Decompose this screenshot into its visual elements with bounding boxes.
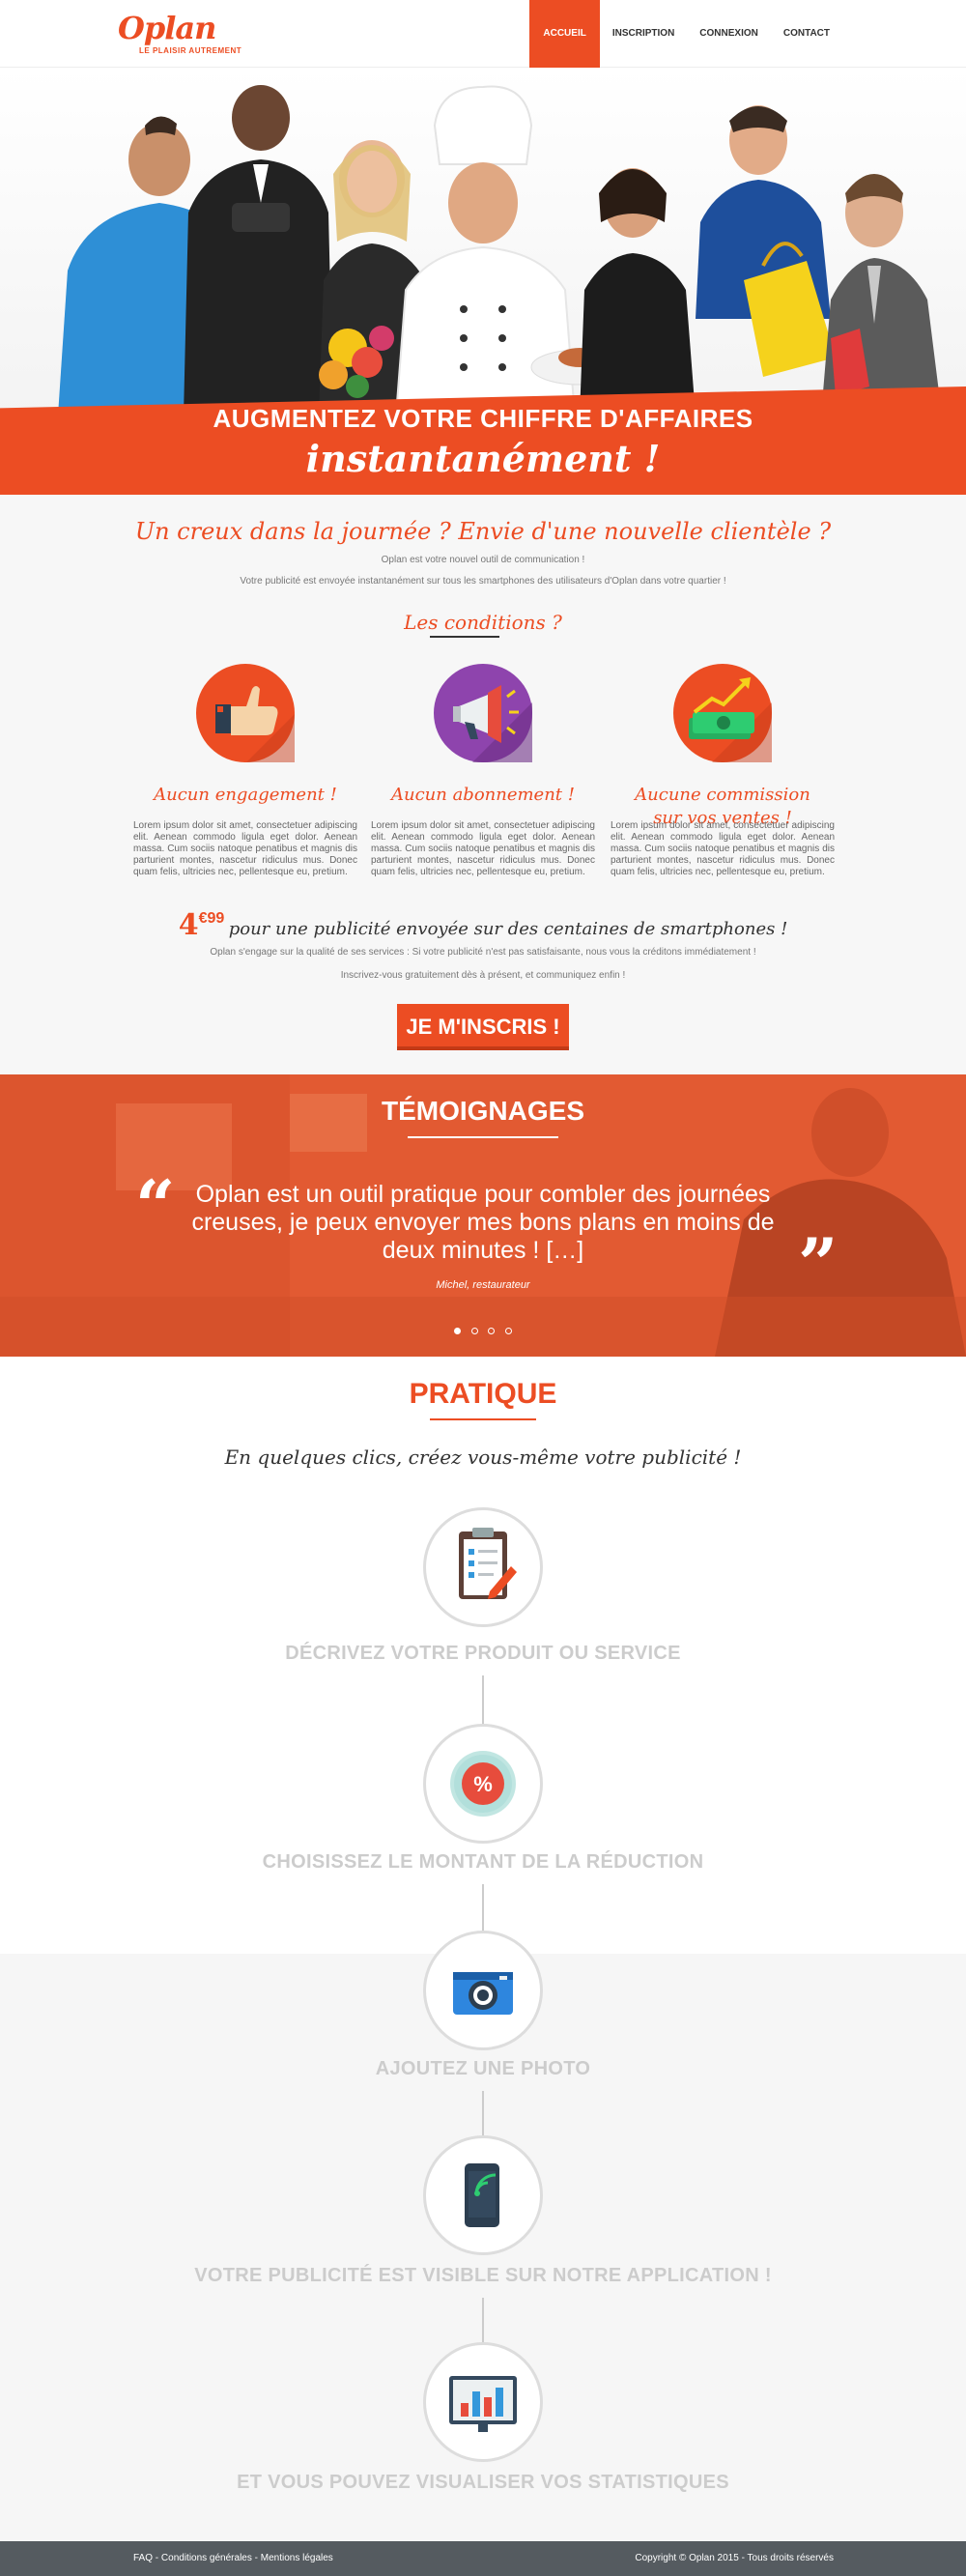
pratique-section: PRATIQUE En quelques clics, créez vous-m… xyxy=(0,1357,966,2541)
condition-card-abonnement: Aucun abonnement ! Lorem ipsum dolor sit… xyxy=(371,664,595,878)
condition-card-commission: Aucune commission sur vos ventes ! Lorem… xyxy=(611,664,835,878)
money-growth-icon xyxy=(673,664,772,762)
conditions-underline xyxy=(430,636,499,638)
percent-badge-icon: % xyxy=(423,1724,543,1844)
condition-text-engagement: Lorem ipsum dolor sit amet, consectetuer… xyxy=(133,820,357,877)
testimonials-title: TÉMOIGNAGES xyxy=(381,1096,584,1126)
condition-label-engagement: Aucun engagement ! xyxy=(154,785,337,805)
intro-title: Un creux dans la journée ? Envie d'une n… xyxy=(134,518,832,545)
testimonial-quote: Oplan est un outil pratique pour combler… xyxy=(191,1181,775,1264)
intro-line-2: Votre publicité est envoyée instantanéme… xyxy=(240,576,726,587)
camera-icon xyxy=(423,1931,543,2050)
footer-faq-link[interactable]: FAQ xyxy=(133,2553,153,2563)
thumbs-up-icon xyxy=(196,664,295,762)
guarantee-text: Oplan s'engage sur la qualité de ses ser… xyxy=(210,947,756,958)
main-nav: Accueil Inscription Connexion Contact xyxy=(529,0,842,68)
condition-card-engagement: Aucun engagement ! Lorem ipsum dolor sit… xyxy=(133,664,357,878)
price-main: 4 xyxy=(178,908,199,942)
nav-inscription[interactable]: Inscription xyxy=(600,0,687,68)
testimonial-author: Michel, restaurateur xyxy=(436,1279,530,1291)
price-text: pour une publicité envoyée sur des centa… xyxy=(228,919,788,939)
footer-conditions-link[interactable]: Conditions générales xyxy=(161,2553,252,2563)
invite-text: Inscrivez-vous gratuitement dès à présen… xyxy=(340,970,626,981)
hero-people-photo xyxy=(0,68,966,415)
step-3-label: AJOUTEZ UNE PHOTO xyxy=(375,2058,591,2079)
condition-text-abonnement: Lorem ipsum dolor sit amet, consectetuer… xyxy=(371,820,595,877)
open-quote-icon: “ xyxy=(135,1164,176,1246)
step-4-label: VOTRE PUBLICITÉ EST VISIBLE SUR NOTRE AP… xyxy=(194,2265,772,2286)
price-cents: €99 xyxy=(198,910,225,927)
footer-separator-2: - xyxy=(251,2553,261,2563)
percent-symbol: % xyxy=(473,1772,493,1796)
condition-label-commission-line1: Aucune commission xyxy=(635,785,810,805)
condition-label-abonnement: Aucun abonnement ! xyxy=(390,785,575,805)
carousel-dot-3[interactable] xyxy=(488,1328,496,1334)
megaphone-icon xyxy=(434,664,532,762)
conditions-title: Les conditions ? xyxy=(404,611,562,634)
step-connector-2 xyxy=(482,1884,484,1932)
footer-mentions-link[interactable]: Mentions légales xyxy=(261,2553,333,2563)
step-connector-1 xyxy=(482,1675,484,1726)
logo-tagline: Le plaisir autrement xyxy=(139,46,242,55)
carousel-dot-1[interactable] xyxy=(454,1328,462,1334)
smartphone-signal-icon xyxy=(423,2135,543,2255)
footer-copyright: Copyright © Oplan 2015 - Tous droits rés… xyxy=(635,2553,834,2563)
intro-section: Un creux dans la journée ? Envie d'une n… xyxy=(0,495,966,1074)
intro-line-1: Oplan est votre nouvel outil de communic… xyxy=(381,555,585,565)
step-5-label: ET VOUS POUVEZ VISUALISER VOS STATISTIQU… xyxy=(237,2472,729,2493)
step-connector-3 xyxy=(482,2091,484,2137)
pratique-underline xyxy=(430,1418,536,1420)
testimonials-section: TÉMOIGNAGES “ Oplan est un outil pratiqu… xyxy=(0,1074,966,1357)
carousel-dot-2[interactable] xyxy=(470,1328,478,1334)
logo-wordmark: Oplan xyxy=(118,10,216,46)
footer-links: FAQ - Conditions générales - Mentions lé… xyxy=(133,2553,333,2563)
site-header: Oplan Le plaisir autrement Accueil Inscr… xyxy=(0,0,966,68)
testimonials-underline xyxy=(408,1136,558,1138)
pratique-subtitle: En quelques clics, créez vous-même votre… xyxy=(224,1445,742,1469)
step-connector-4 xyxy=(482,2298,484,2344)
carousel-dot-4[interactable] xyxy=(504,1328,512,1334)
condition-text-commission: Lorem ipsum dolor sit amet, consectetuer… xyxy=(611,820,835,877)
pratique-title: PRATIQUE xyxy=(409,1378,557,1410)
hero-subtitle: instantanément ! xyxy=(305,437,661,480)
statistics-icon xyxy=(423,2342,543,2462)
hero-title: AUGMENTEZ VOTRE CHIFFRE D'AFFAIRES xyxy=(213,404,753,433)
nav-connexion[interactable]: Connexion xyxy=(687,0,771,68)
nav-accueil[interactable]: Accueil xyxy=(529,0,600,68)
footer-separator-1: - xyxy=(153,2553,161,2563)
signup-button[interactable]: JE M'INSCRIS ! xyxy=(397,1004,569,1050)
carousel-dots xyxy=(0,1322,966,1339)
step-2-label: CHOISISSEZ LE MONTANT DE LA RÉDUCTION xyxy=(262,1851,704,1873)
hero-banner: AUGMENTEZ VOTRE CHIFFRE D'AFFAIRES insta… xyxy=(0,68,966,495)
site-footer: FAQ - Conditions générales - Mentions lé… xyxy=(0,2541,966,2576)
step-1-label: DÉCRIVEZ VOTRE PRODUIT OU SERVICE xyxy=(285,1643,681,1664)
clipboard-icon xyxy=(423,1507,543,1627)
nav-contact[interactable]: Contact xyxy=(771,0,842,68)
logo[interactable]: Oplan Le plaisir autrement xyxy=(118,10,243,60)
price-line: 4€99 pour une publicité envoyée sur des … xyxy=(0,908,966,942)
